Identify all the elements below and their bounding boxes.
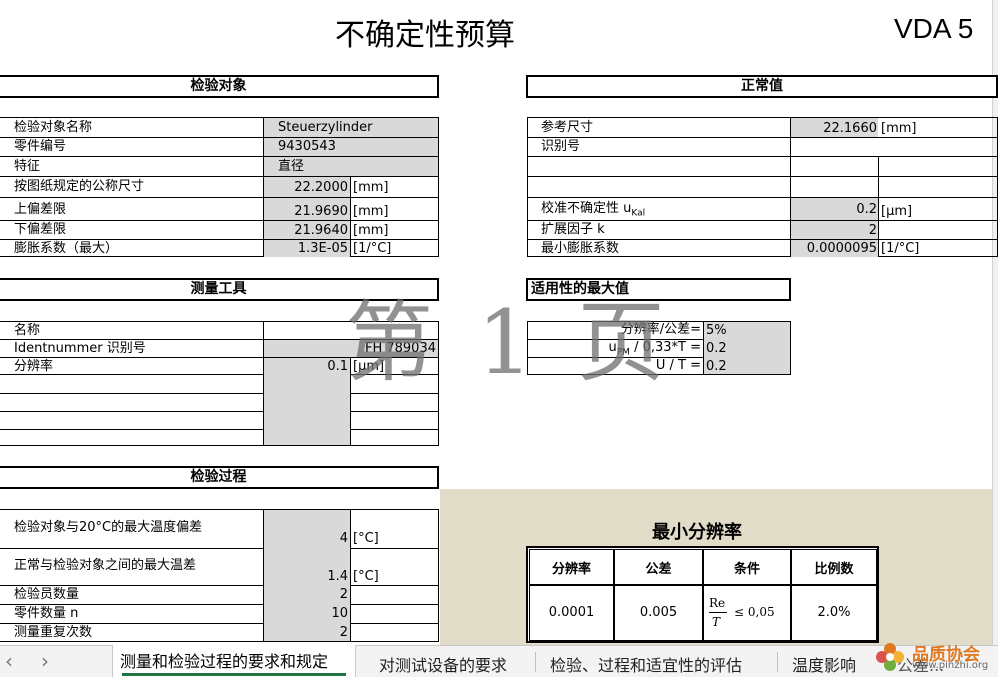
label-object-name: 检验对象名称 [14, 120, 93, 135]
value-nominal: 22.2000 [294, 180, 348, 195]
min-res-header-resolution: 分辨率 [551, 562, 591, 577]
value-part-number: 9430543 [278, 139, 336, 154]
label-tool-name: 名称 [14, 323, 41, 338]
flower-logo-icon [873, 640, 907, 674]
unit-temp-diff: [°C] [353, 569, 379, 584]
label-tool-ident: Identnummer 识别号 [14, 341, 146, 356]
value-upper: 21.9690 [294, 204, 348, 219]
label-tool-resolution: 分辨率 [14, 359, 54, 374]
unit-nominal: [mm] [353, 180, 389, 195]
next-sheet-button[interactable]: › [38, 650, 52, 672]
label-reference: 参考尺寸 [541, 120, 594, 135]
value-expansion: 1.3E-05 [297, 241, 348, 256]
label-k: 扩展因子 k [541, 222, 605, 237]
min-res-value-ratio: 2.0% [817, 605, 851, 620]
min-res-header-condition: 条件 [733, 562, 760, 577]
unit-temp-object: [°C] [353, 531, 379, 546]
value-ukal: 0.2 [856, 202, 877, 217]
page-watermark: 第 1 页 [345, 291, 673, 394]
label-identifier: 识别号 [541, 139, 581, 154]
value-upm-ratio: 0.2 [706, 341, 727, 356]
min-res-value-resolution: 0.0001 [548, 605, 595, 620]
label-lower: 下偏差限 [14, 222, 67, 237]
unit-upper: [mm] [353, 204, 389, 219]
value-reference: 22.1660 [823, 121, 877, 136]
value-inspectors: 2 [339, 587, 348, 602]
unit-reference: [mm] [881, 121, 917, 136]
tab-test-equipment[interactable]: 对测试设备的要求 [379, 655, 507, 677]
label-min-expansion: 最小膨胀系数 [541, 241, 620, 256]
label-feature: 特征 [14, 159, 41, 174]
label-parts: 零件数量 n [14, 606, 79, 621]
tab-active-underline [122, 673, 346, 676]
page-title: 不确定性预算 [335, 18, 515, 53]
tab-requirements[interactable]: 测量和检验过程的要求和规定 [120, 651, 328, 673]
section-header-test-object: 检验对象 [0, 75, 439, 98]
section-header-process: 检验过程 [0, 466, 439, 489]
label-ukal: 校准不确定性 uKal [541, 201, 646, 219]
value-parts: 10 [331, 606, 348, 621]
unit-expansion: [1/°C] [353, 241, 392, 256]
unit-min-expansion: [1/°C] [881, 241, 920, 256]
value-k: 2 [868, 223, 877, 238]
value-min-expansion: 0.0000095 [806, 241, 877, 256]
logo-url: www.pinzhi.org [912, 660, 989, 671]
unit-lower: [mm] [353, 223, 389, 238]
min-res-header-tolerance: 公差 [645, 562, 672, 577]
label-upper: 上偏差限 [14, 202, 67, 217]
unit-ukal: [µm] [881, 204, 913, 219]
value-lower: 21.9640 [294, 223, 348, 238]
label-part-number: 零件编号 [14, 139, 67, 154]
tab-temperature[interactable]: 温度影响 [792, 655, 856, 677]
min-res-value-tolerance: 0.005 [639, 605, 678, 620]
label-inspectors: 检验员数量 [14, 587, 80, 602]
value-resolution-ratio: 5% [706, 323, 727, 338]
value-temp-object: 4 [339, 531, 348, 546]
min-resolution-title: 最小分辨率 [652, 522, 742, 543]
value-ut-ratio: 0.2 [706, 359, 727, 374]
tab-evaluation[interactable]: 检验、过程和适宜性的评估 [550, 655, 742, 677]
value-temp-diff: 1.4 [327, 569, 348, 584]
value-tool-resolution: 0.1 [327, 359, 348, 374]
prev-sheet-button[interactable]: ‹ [2, 650, 16, 672]
label-repeats: 测量重复次数 [14, 625, 93, 640]
min-res-header-ratio: 比例数 [814, 562, 854, 577]
value-object-name: Steuerzylinder [278, 120, 373, 135]
section-header-normal: 正常值 [526, 75, 998, 98]
label-temp-object: 检验对象与20°C的最大温度偏差 [14, 520, 203, 535]
label-nominal: 按图纸规定的公称尺寸 [14, 179, 145, 194]
label-temp-diff: 正常与检验对象之间的最大温差 [14, 558, 197, 573]
min-res-condition-formula: Re T ≤ 0,05 [709, 596, 775, 629]
label-expansion: 膨胀系数（最大） [14, 241, 119, 256]
vda-badge: VDA 5 [894, 13, 974, 44]
value-feature: 直径 [278, 159, 305, 174]
value-repeats: 2 [339, 625, 348, 640]
